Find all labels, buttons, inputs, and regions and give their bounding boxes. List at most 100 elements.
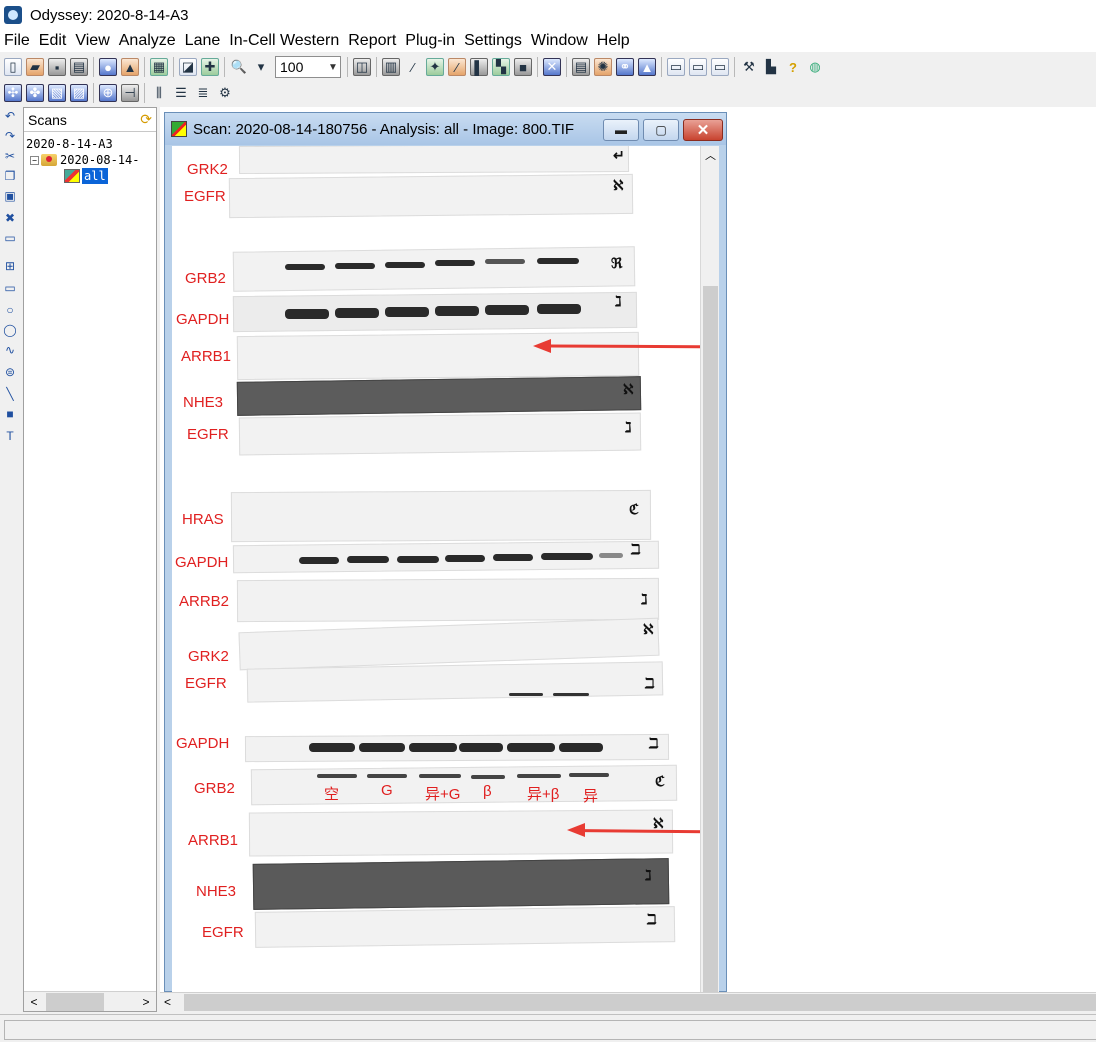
export-icon[interactable]: ▲: [121, 58, 139, 76]
zoom-select[interactable]: 100 ▼: [275, 56, 341, 78]
help-question-icon[interactable]: ?: [784, 58, 802, 76]
gray-square-icon[interactable]: ■: [514, 58, 532, 76]
menu-analyze[interactable]: Analyze: [118, 32, 177, 50]
channel-select-icon[interactable]: ✚: [201, 58, 219, 76]
contrast-icon[interactable]: ◪: [179, 58, 197, 76]
handwritten-mark: ℭ: [629, 501, 639, 517]
freehand-tool-icon[interactable]: ∿: [2, 342, 18, 358]
grayscale-icon[interactable]: ▌: [470, 58, 488, 76]
lane-auto-icon[interactable]: ✤: [26, 84, 44, 102]
cylinder-tool-icon[interactable]: ⊜: [2, 364, 18, 380]
band-icon[interactable]: ⊕: [99, 84, 117, 102]
save-disk-icon[interactable]: ▪: [48, 58, 66, 76]
lane-pattern-icon[interactable]: ▨: [70, 84, 88, 102]
menu-in-cell-western[interactable]: In-Cell Western: [228, 32, 340, 50]
color-channel-icon[interactable]: ✦: [426, 58, 444, 76]
menu-view[interactable]: View: [74, 32, 110, 50]
scroll-right-icon[interactable]: >: [136, 995, 156, 1009]
new-file-icon[interactable]: ▯: [4, 58, 22, 76]
protein-band: [317, 774, 357, 778]
toolbar-separator: [661, 57, 662, 77]
lane-grid-icon[interactable]: ▧: [48, 84, 66, 102]
image-canvas[interactable]: ↵ ℵ ℜ ℷ ℵ ℷ ℭ ℶ ℷ ℵ ℶ ℶ ℭ ℵ ℷ ℶ GRK2 EGF…: [172, 146, 719, 992]
undo-icon[interactable]: ↶: [2, 108, 18, 124]
close-button[interactable]: ✕: [683, 119, 723, 141]
lane-label: G: [381, 782, 393, 799]
image-window-icon[interactable]: [171, 121, 187, 137]
circle-tool-icon[interactable]: ◯: [2, 322, 18, 338]
print-icon[interactable]: ▤: [70, 58, 88, 76]
stop-icon[interactable]: ●: [99, 58, 117, 76]
line-tool-icon[interactable]: ╲: [2, 386, 18, 402]
tree-analysis-node[interactable]: all: [26, 168, 154, 184]
lane-tool-icon[interactable]: ✣: [4, 84, 22, 102]
stack-icon[interactable]: ≣: [194, 84, 212, 102]
book-icon[interactable]: ▙: [762, 58, 780, 76]
menu-file[interactable]: File: [3, 32, 31, 50]
scans-tree: 2020-8-14-A3 − 2020-08-14- all: [24, 132, 156, 188]
title-bar: Odyssey: 2020-8-14-A3: [0, 0, 1096, 30]
fill-tool-icon[interactable]: ■: [2, 406, 18, 422]
color-swap-icon[interactable]: ⁄: [448, 58, 466, 76]
tree-scan-node[interactable]: − 2020-08-14-: [26, 152, 154, 168]
paste-icon[interactable]: ▣: [2, 188, 18, 204]
grid-select-icon[interactable]: ⊞: [2, 258, 18, 274]
zoom-icon[interactable]: 🔍: [230, 58, 248, 76]
refresh-icon[interactable]: ⟳: [140, 111, 152, 128]
open-folder-icon[interactable]: ▰: [26, 58, 44, 76]
menu-window[interactable]: Window: [530, 32, 589, 50]
table-icon[interactable]: ▤: [572, 58, 590, 76]
tools-icon[interactable]: ⚒: [740, 58, 758, 76]
image-window-title-bar[interactable]: Scan: 2020-08-14-180756 - Analysis: all …: [165, 113, 726, 145]
tool-wrench-icon[interactable]: ⚙: [216, 84, 234, 102]
handwritten-mark: ℶ: [631, 541, 641, 557]
collapse-icon[interactable]: −: [30, 155, 39, 165]
monitor-icon[interactable]: ▭: [2, 230, 18, 246]
maximize-button[interactable]: ▢: [643, 119, 679, 141]
image-vertical-scrollbar[interactable]: ︿: [700, 146, 719, 992]
scrollbar-thumb[interactable]: [184, 994, 1096, 1011]
scrollbar-thumb[interactable]: [46, 992, 104, 1011]
scroll-left-icon[interactable]: <: [164, 995, 171, 1009]
menu-settings[interactable]: Settings: [463, 32, 523, 50]
curve-icon[interactable]: ∕: [404, 58, 422, 76]
link-icon[interactable]: ⚭: [616, 58, 634, 76]
workspace-horizontal-scrollbar[interactable]: <: [160, 992, 1096, 1012]
palette-icon[interactable]: ▚: [492, 58, 510, 76]
xxx-grid-icon[interactable]: ✕: [543, 58, 561, 76]
menu-report[interactable]: Report: [347, 32, 397, 50]
peak-chart-icon[interactable]: ▲: [638, 58, 656, 76]
redo-icon[interactable]: ↷: [2, 128, 18, 144]
delete-icon[interactable]: ✖: [2, 210, 18, 226]
odyssey-app-icon[interactable]: [4, 6, 22, 24]
report-list-icon[interactable]: ▭: [689, 58, 707, 76]
align-icon[interactable]: ☰: [172, 84, 190, 102]
chevron-down-icon[interactable]: ▾: [252, 58, 270, 76]
scans-horizontal-scrollbar[interactable]: < >: [24, 991, 156, 1011]
histogram-icon[interactable]: ▥: [382, 58, 400, 76]
ladder-icon[interactable]: ⫼: [150, 84, 168, 102]
fit-image-icon[interactable]: ◫: [353, 58, 371, 76]
image-grid-icon[interactable]: ▦: [150, 58, 168, 76]
scroll-left-icon[interactable]: <: [24, 995, 44, 1009]
menu-lane[interactable]: Lane: [184, 32, 222, 50]
globe-icon[interactable]: ◍: [806, 58, 824, 76]
tree-root[interactable]: 2020-8-14-A3: [26, 136, 154, 152]
scrollbar-thumb[interactable]: [703, 286, 718, 992]
blot-strip: [248, 809, 674, 857]
menu-help[interactable]: Help: [596, 32, 631, 50]
pin-icon[interactable]: ⊣: [121, 84, 139, 102]
copy-icon[interactable]: ❐: [2, 168, 18, 184]
chevron-up-icon[interactable]: ︿: [701, 146, 719, 166]
sun-icon[interactable]: ✺: [594, 58, 612, 76]
minimize-button[interactable]: ▬: [603, 119, 639, 141]
rectangle-tool-icon[interactable]: ▭: [2, 280, 18, 296]
report-icon[interactable]: ▭: [667, 58, 685, 76]
menu-edit[interactable]: Edit: [38, 32, 68, 50]
report-export-icon[interactable]: ▭: [711, 58, 729, 76]
text-tool-icon[interactable]: T: [2, 428, 18, 444]
ellipse-tool-icon[interactable]: ○: [2, 302, 18, 318]
menu-plug-in[interactable]: Plug-in: [404, 32, 456, 50]
cut-icon[interactable]: ✂: [2, 148, 18, 164]
chevron-down-icon[interactable]: ▼: [326, 57, 340, 77]
